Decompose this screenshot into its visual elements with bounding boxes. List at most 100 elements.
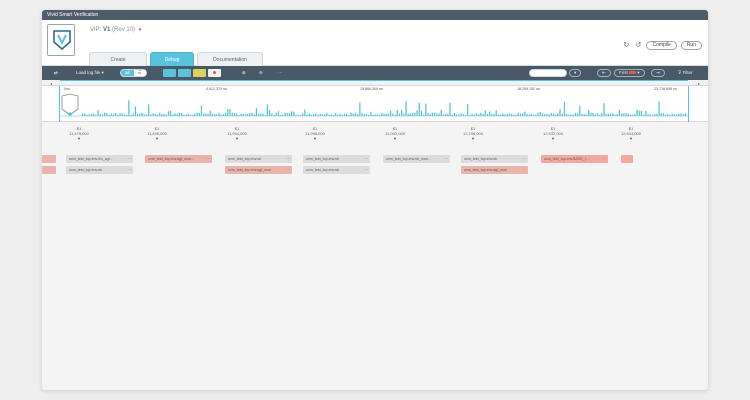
event-card[interactable]: uvm_test_top.env.sb_mon... ⋯ [383,155,450,163]
tick-arrow-icon[interactable]: ▼ [217,136,257,141]
activity-spike [420,110,423,116]
activity-spike [511,114,513,116]
event-card-text: uvm_test_top.env.sb [464,157,497,161]
tick-arrow-icon[interactable]: ▼ [611,136,651,141]
vip-logo[interactable] [47,24,75,56]
activity-spike [383,113,385,116]
activity-spike [376,114,379,116]
event-card[interactable]: uvm_test_top.env.BASE_I... ⋯ [541,155,608,163]
compile-button[interactable]: Compile [646,41,677,50]
activity-spike [390,110,392,116]
tick-arrow-icon[interactable]: ▼ [533,136,573,141]
event-card[interactable] [621,155,633,163]
event-card[interactable] [42,155,56,163]
activity-spike [489,111,491,116]
activity-spike [357,113,359,116]
tab-debug[interactable]: Debug [150,52,194,66]
activity-spike [603,103,605,116]
toggle-all[interactable]: all [121,70,134,76]
search-scope-dropdown[interactable]: ▾ [569,69,582,77]
more-icon[interactable]: ⋯ [522,166,526,174]
activity-spike [308,113,310,116]
activity-spike [486,113,489,116]
more-icon[interactable]: ⋯ [127,155,131,163]
more-icon[interactable]: ⋯ [444,155,448,163]
activity-spike [517,112,519,116]
tick-arrow-icon[interactable]: ▼ [59,136,99,141]
tab-create[interactable]: Create [89,52,147,66]
search-input[interactable] [529,69,567,77]
activity-spike [434,112,436,116]
event-card[interactable]: uvm_test_top.env.agt_mon ⋯ [461,166,528,174]
event-card[interactable] [42,166,56,174]
load-log-file-dropdown[interactable]: Load log file ▾ [76,69,104,77]
event-card[interactable]: uvm_test_top.env.sb ⋯ [461,155,528,163]
swap-icon[interactable]: ⇄ [54,69,58,77]
undo-icon[interactable]: ↺ [634,42,642,50]
tick-arrow-icon[interactable]: ▼ [453,136,493,141]
activity-spike [220,114,222,116]
tick-arrow-icon[interactable]: ▼ [375,136,415,141]
activity-spike [328,114,330,116]
next-button[interactable]: ⇥ [651,69,665,77]
activity-spike [636,109,638,116]
zoom-out-icon[interactable]: ⊖ [259,69,263,77]
event-card-text: uvm_test_top.env.sb_mon... [386,157,431,161]
event-card[interactable]: uvm_test_top.env.sb ⋯ [66,166,133,174]
activity-spike [519,113,522,116]
vip-selector[interactable]: VIP: V1 (Rev 10) ▾ [90,27,141,33]
first-dropdown[interactable]: First ▾ [614,69,645,77]
position-marker[interactable] [61,93,79,117]
more-icon[interactable]: ⋯ [206,155,210,163]
tab-documentation[interactable]: Documentation [197,52,263,66]
more-icon[interactable]: ⋯ [364,166,368,174]
more-icon[interactable]: ⋯ [522,155,526,163]
more-icon[interactable]: ⋯ [127,166,131,174]
activity-spike [423,114,425,116]
activity-spike [588,110,590,116]
activity-spike [82,113,84,116]
filter-error-chip[interactable] [208,69,221,77]
activity-spike [341,114,343,116]
event-card[interactable]: uvm_test_top.env.sb ⋯ [225,155,292,163]
view-toggle[interactable]: all ☰ [120,69,147,77]
activity-spike [205,113,207,116]
activity-spike [233,113,236,116]
more-icon[interactable]: ⋯ [278,69,283,77]
activity-spike [665,114,667,116]
filter-caution-chip[interactable] [193,69,206,77]
activity-spike [348,114,350,116]
activity-spike [612,113,614,116]
event-card[interactable]: uvm_test_top.env.i2c_agt... ⋯ [66,155,133,163]
more-icon[interactable]: ⋯ [602,155,606,163]
filter-warning-chip[interactable] [178,69,191,77]
more-icon[interactable]: ⋯ [364,155,368,163]
activity-spike [170,110,172,116]
tick-arrow-icon[interactable]: ▼ [295,136,335,141]
filter-info-chip[interactable] [163,69,176,77]
activity-spike [607,113,610,116]
filter-button[interactable]: ⊽ Filter [678,69,693,77]
event-card[interactable]: uvm_test_top.env.sb ⋯ [303,155,370,163]
toggle-list[interactable]: ☰ [134,70,146,76]
prev-button[interactable]: ⇤ [597,69,611,77]
event-card-text: uvm_test_top.env.sb [306,168,339,172]
zoom-in-icon[interactable]: ⊕ [242,69,246,77]
activity-spike [159,112,161,116]
event-card[interactable]: uvm_test_top.env.sb ⋯ [303,166,370,174]
more-icon[interactable]: ⋯ [286,166,290,174]
refresh-icon[interactable]: ↻ [622,42,630,50]
timeline-overview[interactable]: 0ns 4,612,379 ns 15,866,309 ns 18,209,15… [42,86,708,122]
activity-spike [526,113,528,116]
event-card[interactable]: uvm_test_top.env.agt_mon... ⋯ [145,155,212,163]
activity-spike [117,114,119,116]
event-card[interactable]: uvm_test_top.env.agt_mon ⋯ [225,166,292,174]
first-label: First [619,70,628,75]
activity-spike [368,114,370,116]
tick-arrow-icon[interactable]: ▼ [137,136,177,141]
activity-spike [277,111,280,116]
scroll-track[interactable] [60,80,688,85]
activity-spike [462,114,464,116]
more-icon[interactable]: ⋯ [286,155,290,163]
run-button[interactable]: Run [680,41,702,50]
